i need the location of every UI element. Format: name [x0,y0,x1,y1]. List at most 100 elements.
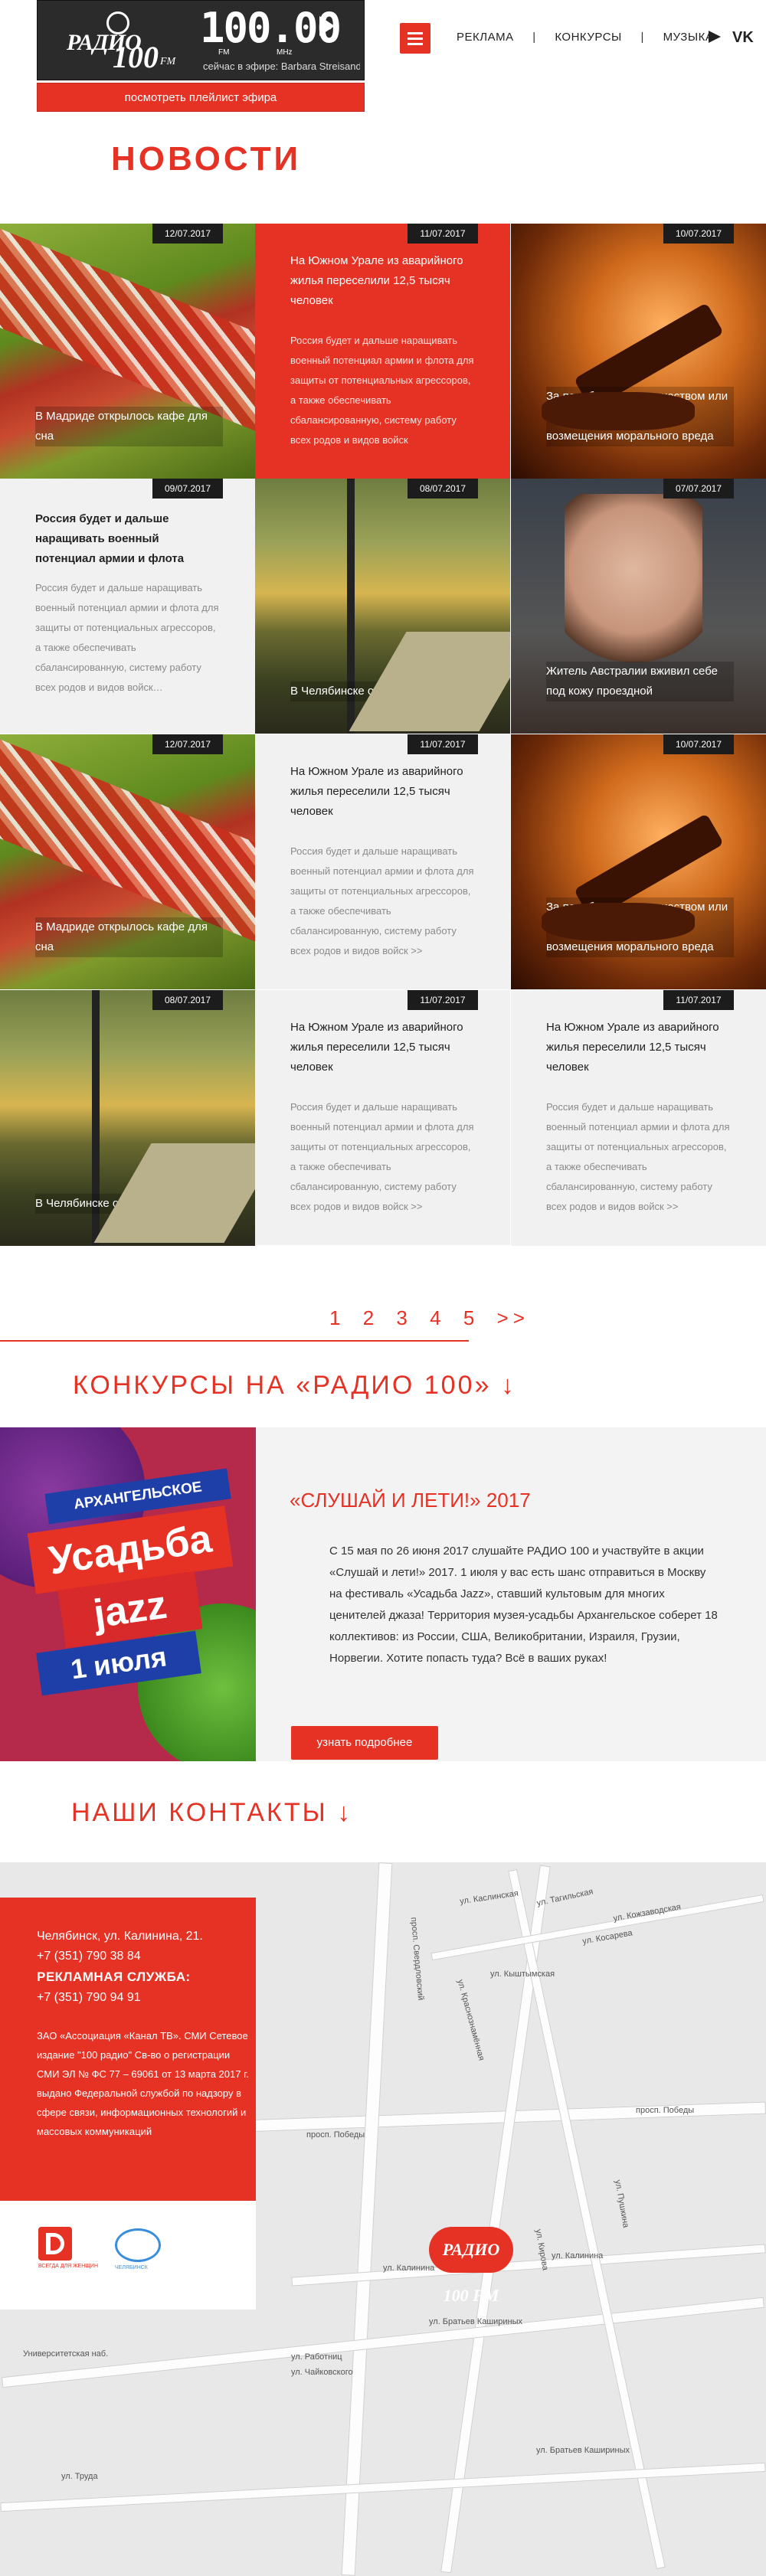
news-card[interactable]: 11/07.2017 На Южном Урале из аварийного ж… [255,990,510,1245]
news-title[interactable]: За перебои с электричеством или водой мо… [546,897,734,957]
map-label: Университетская наб. [23,2349,109,2359]
news-card[interactable]: 07/07.2017 Житель Австралии вживил себе п… [511,479,766,734]
map-label: ул. Работниц [291,2352,342,2362]
map-road [341,1862,393,2576]
map-label: ул. Кыштымская [490,1970,555,1979]
news-card[interactable]: 10/07.2017 За перебои с электричеством ил… [511,224,766,479]
contest-title[interactable]: «СЛУШАЙ И ЛЕТИ!» 2017 [290,1489,531,1512]
page-link[interactable]: 1 [329,1306,345,1329]
d-letter-icon [46,2233,64,2254]
news-title[interactable]: В Челябинске обновят два парка [290,682,478,701]
page-link[interactable]: 5 [463,1306,479,1329]
news-heading: НОВОСТИ [111,140,302,178]
contest-banner-image[interactable]: АРХАНГЕЛЬСКОЕ Усадьба jazz 1 июля [0,1427,256,1761]
news-date: 12/07.2017 [152,734,223,754]
mhz-label: MHz [277,48,293,57]
news-title[interactable]: В Мадриде открылось кафе для сна [35,917,223,957]
news-date: 07/07.2017 [663,479,734,499]
news-date: 09/07.2017 [152,479,223,499]
phone-ads[interactable]: +7 (351) 790 94 91 [37,1991,141,2005]
nav-separator: | [640,31,644,44]
contacts-heading: НАШИ КОНТАКТЫ ↓ [71,1798,353,1827]
news-excerpt: Россия будет и дальше наращивать военный… [290,335,474,446]
news-date: 10/07.2017 [663,734,734,754]
page-link[interactable]: 3 [396,1306,411,1329]
news-title[interactable]: На Южном Урале из аварийного жилья перес… [290,251,474,311]
nav-item-ads[interactable]: РЕКЛАМА [457,31,514,44]
news-card[interactable]: 11/07.2017 На Южном Урале из аварийного ж… [511,990,766,1246]
radio-logo[interactable]: РАДИО 100 FM [67,10,189,74]
contest-description: С 15 мая по 26 июня 2017 слушайте РАДИО … [329,1545,718,1665]
news-excerpt: Россия будет и дальше наращивать военный… [546,1101,730,1212]
news-card[interactable]: 11/07.2017 На Южном Урале из аварийного ж… [255,734,510,989]
chelyabinsk-logo-icon[interactable] [115,2228,161,2262]
play-icon[interactable] [319,16,335,36]
map-road [430,1894,764,1961]
news-title[interactable]: За перебои с электричеством или водой мо… [546,387,734,446]
map-label: ул. Краснознамённая [455,1978,486,2062]
map-label: ул. Пушкина [613,2179,630,2229]
map-label: просп. Свердловский [408,1917,426,2001]
partner-caption: ВСЕГДА ДЛЯ ЖЕНЩИН [38,2264,99,2269]
news-title[interactable]: На Южном Урале из аварийного жилья перес… [290,762,474,822]
fm-label: FM [218,48,230,57]
playlist-button[interactable]: посмотреть плейлист эфира [37,83,365,112]
page-link[interactable]: 4 [430,1306,445,1329]
legal-info: ЗАО «Ассоциация «Канал ТВ». СМИ Сетевое … [37,2030,249,2137]
news-card[interactable]: 12/07.2017 В Мадриде открылось кафе для с… [0,734,255,989]
news-date: 12/07.2017 [152,224,223,244]
news-excerpt: Россия будет и дальше наращивать военный… [290,1101,474,1212]
news-date: 08/07.2017 [408,479,478,499]
menu-icon-line [408,43,423,45]
nav-separator: | [532,31,536,44]
logo-fm: FM [160,56,176,67]
phone-main[interactable]: +7 (351) 790 38 84 [37,1950,141,1963]
map-label: ул. Каслинская [459,1888,519,1907]
news-date: 11/07.2017 [663,990,734,1010]
domashny-logo-icon[interactable] [38,2227,72,2261]
pagination: 1 2 3 4 5 >> [329,1306,537,1330]
news-card[interactable]: 09/07.2017 Россия будет и дальше наращива… [0,479,255,734]
news-title[interactable]: Житель Австралии вживил себе под кожу пр… [546,662,734,701]
page: РАДИО 100 FM 100.00 FM MHz сейчас в эфир… [0,0,766,2576]
now-playing-text: сейчас в эфире: Barbara Streisand - [203,60,360,72]
main-nav: РЕКЛАМА | КОНКУРСЫ | МУЗЫКА [457,31,713,44]
news-date: 11/07.2017 [408,224,478,244]
player-box: РАДИО 100 FM 100.00 FM MHz сейчас в эфир… [37,0,365,80]
menu-icon-line [408,32,423,34]
map-label: ул. Чайковского [291,2368,353,2377]
news-title[interactable]: В Челябинске обновят два парка [35,1194,223,1214]
page-link[interactable]: 2 [363,1306,378,1329]
news-excerpt: Россия будет и дальше наращивать военный… [35,582,219,693]
news-date: 10/07.2017 [663,224,734,244]
radio-player: РАДИО 100 FM 100.00 FM MHz сейчас в эфир… [37,0,365,112]
news-card[interactable]: 08/07.2017 В Челябинске обновят два парка [255,479,510,734]
map-pin[interactable]: РАДИО 100 FM [429,2227,513,2305]
vk-icon[interactable]: VK [732,29,757,46]
map-pin-logo: РАДИО 100 FM [429,2227,513,2305]
news-card[interactable]: 11/07.2017 На Южном Урале из аварийного ж… [255,224,510,479]
news-date: 08/07.2017 [152,990,223,1010]
menu-button[interactable] [400,23,430,54]
contests-heading: КОНКУРСЫ НА «РАДИО 100» ↓ [73,1371,516,1400]
map-label: просп. Победы [306,2130,365,2140]
news-card[interactable]: 08/07.2017 В Челябинске обновят два парка [0,990,255,1246]
news-title[interactable]: На Южном Урале из аварийного жилья перес… [546,1018,730,1077]
news-date: 11/07.2017 [408,734,478,754]
news-title[interactable]: На Южном Урале из аварийного жилья перес… [290,1018,474,1077]
news-title[interactable]: Россия будет и дальше наращивать военный… [35,509,219,569]
nav-item-contests[interactable]: КОНКУРСЫ [555,31,621,44]
next-page-link[interactable]: >> [497,1306,529,1329]
youtube-icon[interactable] [706,29,723,44]
map-road [2,2296,764,2388]
contest-details-button[interactable]: узнать подробнее [291,1726,438,1760]
news-title[interactable]: В Мадриде открылось кафе для сна [35,407,223,446]
map-label: ул. Братьев Кашириных [536,2446,630,2455]
news-excerpt: Россия будет и дальше наращивать военный… [290,845,474,956]
map-label: просп. Победы [636,2106,695,2115]
news-date: 11/07.2017 [408,990,478,1010]
news-card[interactable]: 10/07.2017 За перебои с электричеством ил… [511,734,766,989]
menu-icon-line [408,38,423,40]
news-card[interactable]: 12/07.2017 В Мадриде открылось кафе для с… [0,224,255,479]
address: Челябинск, ул. Калинина, 21. [37,1930,203,1943]
